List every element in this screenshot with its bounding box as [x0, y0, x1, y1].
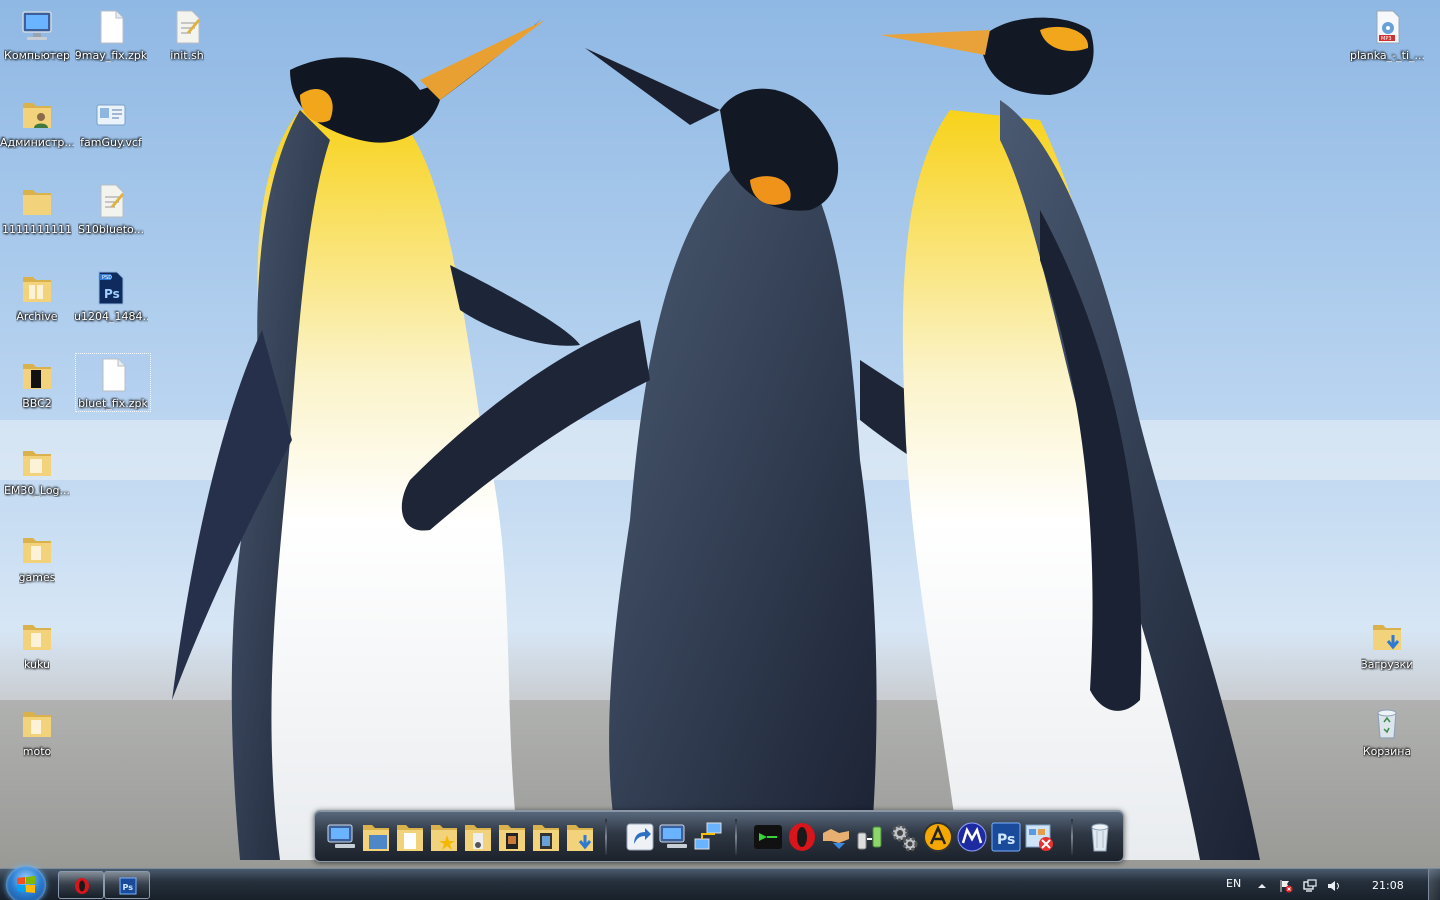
desktop-icon-9may-fix[interactable]: 9may_fix.zpk — [74, 0, 148, 80]
computer-icon[interactable] — [325, 819, 359, 855]
desktop-icon-label: games — [18, 571, 56, 584]
dock-separator — [605, 819, 607, 855]
desktop-icon-init-sh[interactable]: init.sh — [150, 0, 224, 80]
desktop-icon-label: Archive — [16, 310, 58, 323]
network-connections-icon[interactable] — [691, 819, 725, 855]
svg-text:Ps: Ps — [104, 287, 120, 301]
dock-separator — [1071, 819, 1073, 855]
downloads-folder-icon — [1369, 617, 1405, 655]
taskbar: Ps EN 21:08 — [0, 866, 1440, 900]
desktop-icon-label: EM30_Log... — [3, 484, 71, 497]
folder-icon — [19, 182, 55, 220]
folder-icon — [19, 530, 55, 568]
desktop-icon-moto[interactable]: moto — [0, 696, 74, 776]
taskbar-button-opera[interactable] — [58, 871, 104, 899]
desktop-icon-games[interactable]: games — [0, 522, 74, 602]
mp3-file-icon: MP3 — [1369, 8, 1405, 46]
network-computer-icon[interactable] — [657, 819, 691, 855]
desktop-icon-label: Администр... — [0, 136, 74, 149]
volume-icon[interactable] — [1327, 878, 1341, 892]
script-file-icon — [169, 8, 205, 46]
videos-folder-icon[interactable] — [529, 819, 563, 855]
desktop-wallpaper — [0, 0, 1440, 900]
desktop-icon-label: 9may_fix.zpk — [74, 49, 148, 62]
script-file-icon — [93, 182, 129, 220]
svg-text:PSD: PSD — [102, 275, 112, 281]
downloads-folder-icon[interactable] — [563, 819, 597, 855]
desktop-icon-kuku[interactable]: kuku — [0, 609, 74, 689]
aimp-icon[interactable] — [921, 819, 955, 855]
desktop-icon-label: bluet_fix.zpk — [78, 397, 148, 410]
music-folder-icon[interactable] — [461, 819, 495, 855]
desktop-icon-label: kuku — [23, 658, 50, 671]
photoshop-file-icon: PSD Ps — [93, 269, 129, 307]
folder-icon — [19, 443, 55, 481]
desktop-icon-computer[interactable]: Компьютер — [0, 0, 74, 80]
recycle-bin-icon[interactable] — [1083, 819, 1117, 855]
desktop-icon-famguy[interactable]: famGuy.vcf — [74, 87, 148, 167]
desktop-icon-folder-1111111111[interactable]: 1111111111 — [0, 174, 74, 254]
file-icon — [95, 356, 131, 394]
motorola-icon[interactable] — [955, 819, 989, 855]
network-icon[interactable] — [1303, 878, 1317, 892]
desktop-icon-label: Загрузки — [1360, 658, 1414, 671]
uninstall-icon[interactable] — [1023, 819, 1057, 855]
desktop-icon-downloads[interactable]: Загрузки — [1350, 609, 1424, 689]
desktop-icon-label: planka_-_ti_... — [1350, 49, 1424, 62]
opera-icon — [75, 878, 89, 894]
pictures-folder-icon[interactable] — [495, 819, 529, 855]
svg-text:Ps: Ps — [123, 883, 134, 892]
desktop-icon-u1204-psd[interactable]: PSD Ps u1204_1484... — [74, 261, 148, 341]
desktop-icon-label: init.sh — [170, 49, 204, 62]
bluetooth-transfer-icon[interactable] — [853, 819, 887, 855]
windows-logo-icon — [17, 876, 35, 893]
favorites-folder-icon[interactable] — [427, 819, 461, 855]
svg-text:Ps: Ps — [997, 832, 1015, 848]
desktop-icon-bluet-fix[interactable]: bluet_fix.zpk — [75, 353, 151, 412]
clock[interactable]: 21:08 — [1372, 879, 1404, 892]
documents-folder-icon[interactable] — [359, 819, 393, 855]
taskbar-button-photoshop[interactable]: Ps — [104, 871, 150, 899]
show-hidden-icons-chevron-icon[interactable] — [1255, 878, 1269, 892]
desktop-icon-planka-mp3[interactable]: MP3 planka_-_ti_... — [1350, 0, 1424, 80]
desktop-icon-label: S10blueto... — [77, 223, 145, 236]
contact-card-icon — [93, 95, 129, 133]
desktop-icon-label: u1204_1484... — [74, 310, 148, 323]
desktop-icon-administrator[interactable]: Администр... — [0, 87, 74, 167]
desktop-icon-label: famGuy.vcf — [80, 136, 142, 149]
desktop-icon-label: 1111111111 — [2, 223, 72, 236]
dock-separator — [735, 819, 737, 855]
opera-icon[interactable] — [785, 819, 819, 855]
photoshop-icon[interactable]: Ps — [989, 819, 1023, 855]
svg-text:MP3: MP3 — [1381, 36, 1392, 42]
desktop-icon-bbc2[interactable]: BBC2 — [0, 348, 74, 428]
folder-icon — [19, 356, 55, 394]
folder-icon — [19, 269, 55, 307]
handshake-icon[interactable] — [819, 819, 853, 855]
recycle-bin-icon — [1369, 704, 1405, 742]
dock-bar: Ps — [314, 810, 1124, 862]
desktop-icon-em30-log[interactable]: EM30_Log... — [0, 435, 74, 515]
file-icon — [93, 8, 129, 46]
desktop-icon-label: BBC2 — [22, 397, 52, 410]
show-desktop-button[interactable] — [1428, 869, 1440, 900]
desktop-icon-s10bluetooth[interactable]: S10blueto... — [74, 174, 148, 254]
folder-icon — [19, 617, 55, 655]
document-folder-icon[interactable] — [393, 819, 427, 855]
computer-icon — [19, 8, 55, 46]
desktop-icon-recycle-bin[interactable]: Корзина — [1350, 696, 1424, 776]
settings-gears-icon[interactable] — [887, 819, 921, 855]
desktop-icon-label: moto — [22, 745, 52, 758]
photoshop-icon: Ps — [119, 877, 137, 895]
folder-icon — [19, 704, 55, 742]
terminal-icon[interactable] — [751, 819, 785, 855]
shortcut-icon[interactable] — [623, 819, 657, 855]
desktop-icon-label: Корзина — [1362, 745, 1412, 758]
start-button[interactable] — [6, 866, 46, 900]
action-center-flag-icon[interactable] — [1279, 878, 1293, 893]
desktop-icon-archive[interactable]: Archive — [0, 261, 74, 341]
language-indicator[interactable]: EN — [1226, 877, 1241, 890]
user-folder-icon — [19, 95, 55, 133]
desktop-icon-label: Компьютер — [4, 49, 70, 62]
